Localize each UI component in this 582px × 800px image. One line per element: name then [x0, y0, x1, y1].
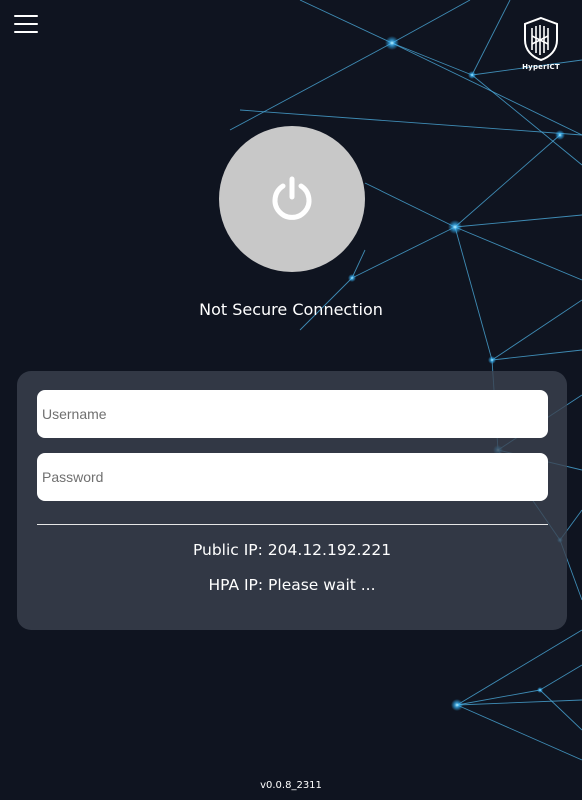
divider: [37, 524, 548, 525]
power-button[interactable]: [219, 126, 365, 272]
hpa-ip-text: HPA IP: Please wait ...: [208, 576, 376, 594]
password-input[interactable]: [37, 453, 548, 501]
public-ip-text: Public IP: 204.12.192.221: [192, 541, 392, 559]
login-panel: Public IP: 204.12.192.221 HPA IP: Please…: [17, 371, 567, 630]
connection-status: Not Secure Connection: [199, 300, 383, 319]
version-label: v0.0.8_2311: [260, 780, 322, 791]
power-icon: [272, 176, 312, 220]
logo: HyperICT: [520, 16, 562, 74]
shield-logo-icon: [524, 16, 558, 62]
hamburger-menu-icon[interactable]: [14, 15, 38, 35]
app-window: HyperICT Not Secure Connection Public IP…: [0, 0, 582, 800]
username-input[interactable]: [37, 390, 548, 438]
logo-text: HyperICT: [522, 63, 560, 71]
